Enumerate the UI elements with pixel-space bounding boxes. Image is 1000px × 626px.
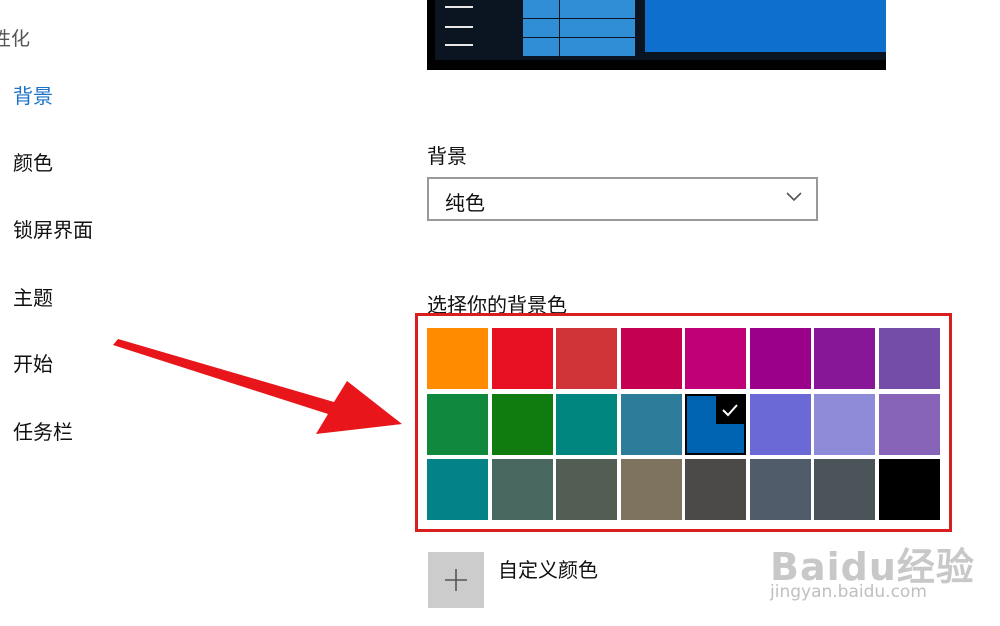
color-swatch[interactable] [621,459,682,520]
background-label: 背景 [427,144,467,168]
color-swatch[interactable] [427,328,488,389]
preview-menu-line [445,6,473,8]
color-swatch[interactable] [685,394,746,455]
color-swatch[interactable] [879,328,940,389]
color-swatch[interactable] [685,459,746,520]
color-swatch[interactable] [685,328,746,389]
color-swatch[interactable] [750,394,811,455]
color-swatch[interactable] [427,459,488,520]
color-swatch[interactable] [879,459,940,520]
color-swatch[interactable] [556,394,617,455]
sidebar-item-lock-screen[interactable]: 锁屏界面 [13,214,93,243]
dropdown-selected-value: 纯色 [445,191,485,215]
chevron-down-icon [786,192,802,202]
color-swatch[interactable] [879,394,940,455]
color-swatch[interactable] [814,459,875,520]
watermark-url: jingyan.baidu.com [770,582,927,602]
preview-menu-line [445,26,473,28]
preview-desktop-area [645,0,886,52]
sidebar-item-colors[interactable]: 颜色 [13,147,53,176]
color-swatch[interactable] [814,328,875,389]
sidebar-item-background[interactable]: 背景 [13,80,53,109]
desktop-preview [427,0,886,70]
color-swatch[interactable] [556,328,617,389]
preview-menu-line [445,44,473,46]
sidebar-item-taskbar[interactable]: 任务栏 [13,416,73,445]
color-swatch[interactable] [750,459,811,520]
color-swatch[interactable] [492,394,553,455]
color-swatch[interactable] [492,328,553,389]
plus-icon [445,569,467,591]
color-swatch[interactable] [750,328,811,389]
color-swatch[interactable] [621,394,682,455]
preview-tiles [523,0,635,56]
color-swatch[interactable] [492,459,553,520]
sidebar-item-start[interactable]: 开始 [13,348,53,377]
color-swatch[interactable] [427,394,488,455]
color-swatch[interactable] [556,459,617,520]
color-swatch[interactable] [814,394,875,455]
custom-color-link[interactable]: 自定义颜色 [498,554,598,583]
color-swatch[interactable] [621,328,682,389]
add-custom-color-button[interactable] [428,552,484,608]
checkmark-icon [716,396,744,424]
sidebar-item-themes[interactable]: 主题 [13,282,53,311]
section-title: 性化 [0,28,31,50]
background-type-dropdown[interactable]: 纯色 [427,177,818,221]
